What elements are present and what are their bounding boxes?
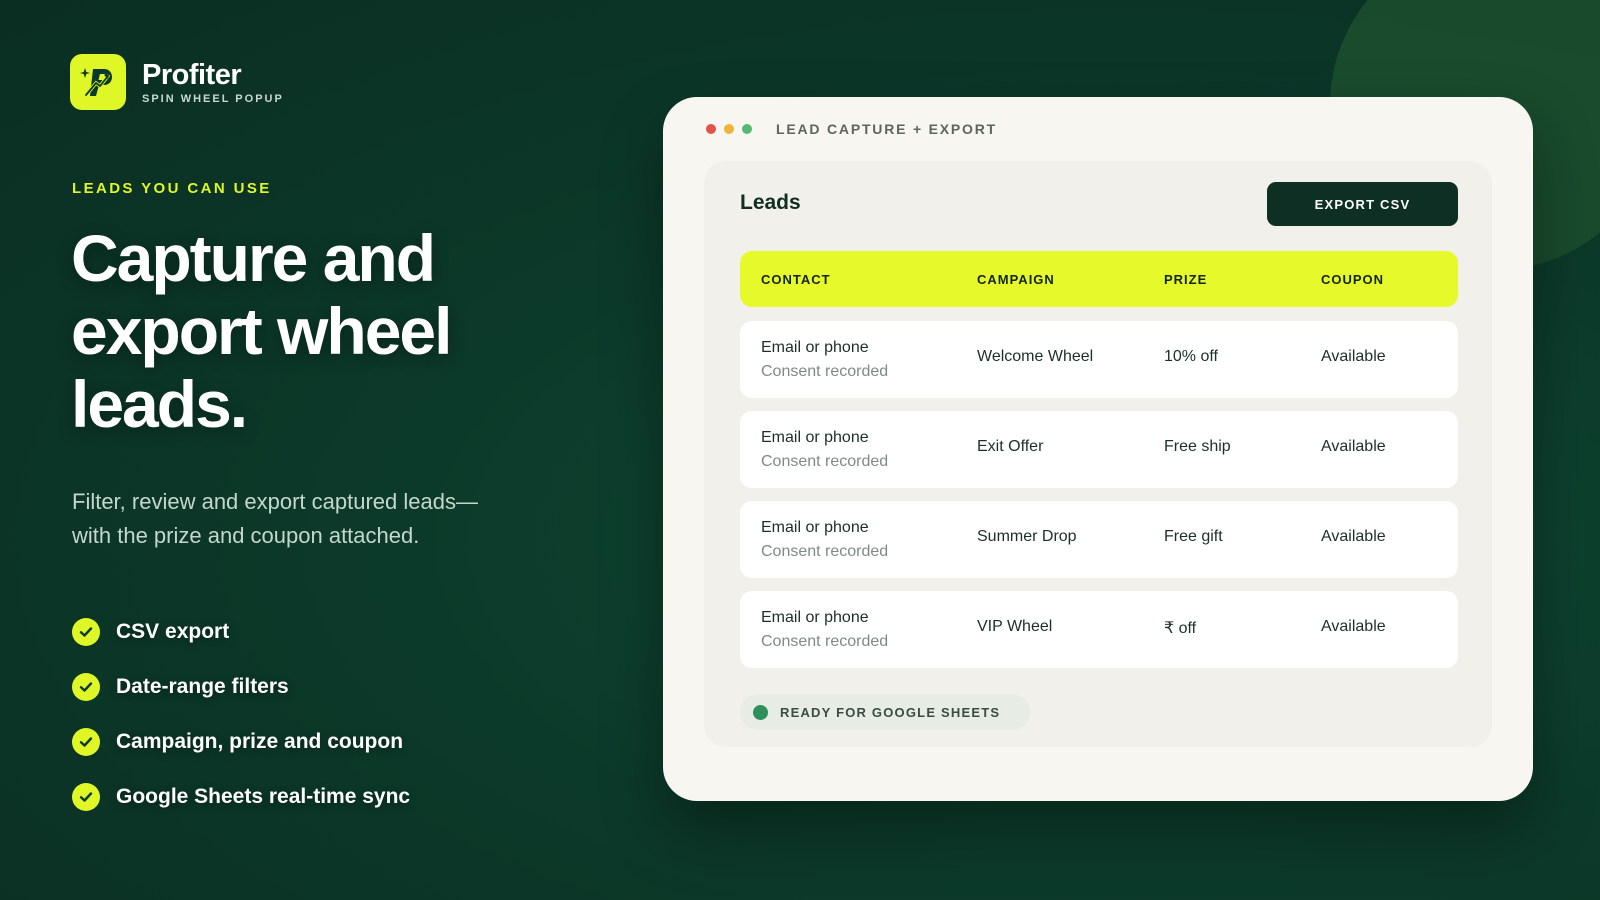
hero-description: Filter, review and export captured leads…	[72, 489, 478, 548]
brand-tagline: SPIN WHEEL POPUP	[142, 93, 284, 105]
consent-status: Consent recorded	[761, 633, 889, 650]
contact-cell: Email or phone Consent recorded	[761, 426, 888, 474]
coupon-cell: Available	[1321, 438, 1386, 455]
contact-value: Email or phone	[761, 339, 869, 356]
leads-panel: Leads EXPORT CSV CONTACT CAMPAIGN PRIZE …	[704, 161, 1492, 747]
coupon-cell: Available	[1321, 528, 1386, 545]
contact-cell: Email or phone Consent recorded	[761, 516, 888, 564]
contact-cell: Email or phone Consent recorded	[761, 336, 888, 384]
campaign-cell: Welcome Wheel	[977, 348, 1094, 365]
check-icon	[72, 727, 100, 756]
feature-label: CSV export	[116, 619, 230, 643]
status-label: READY FOR GOOGLE SHEETS	[780, 704, 1001, 720]
contact-value: Email or phone	[761, 519, 869, 536]
check-icon	[72, 617, 100, 646]
window-titlebar: LEAD CAPTURE + EXPORT	[706, 115, 997, 143]
consent-status: Consent recorded	[761, 543, 889, 560]
coupon-cell: Available	[1321, 348, 1386, 365]
feature-item: Campaign, prize and coupon	[72, 714, 410, 769]
feature-label: Google Sheets real-time sync	[116, 784, 411, 808]
column-header-coupon[interactable]: COUPON	[1321, 272, 1384, 287]
status-dot-icon	[753, 704, 768, 720]
profiter-logo-icon	[70, 54, 126, 110]
table-row[interactable]: Email or phone Consent recorded Welcome …	[740, 321, 1458, 398]
check-icon	[72, 672, 100, 701]
feature-label: Campaign, prize and coupon	[116, 729, 404, 753]
feature-item: Date-range filters	[72, 659, 410, 714]
coupon-cell: Available	[1321, 618, 1386, 635]
contact-value: Email or phone	[761, 609, 869, 626]
campaign-cell: Exit Offer	[977, 438, 1044, 455]
window-title: LEAD CAPTURE + EXPORT	[776, 121, 997, 137]
export-csv-button[interactable]: EXPORT CSV	[1267, 182, 1458, 226]
check-icon	[72, 782, 100, 811]
campaign-cell: VIP Wheel	[977, 618, 1053, 635]
feature-item: Google Sheets real-time sync	[72, 769, 410, 824]
table-row[interactable]: Email or phone Consent recorded VIP Whee…	[740, 591, 1458, 668]
leads-table-body: Email or phone Consent recorded Welcome …	[740, 321, 1458, 681]
close-window-dot[interactable]	[706, 124, 716, 134]
column-header-contact[interactable]: CONTACT	[761, 272, 831, 287]
consent-status: Consent recorded	[761, 363, 889, 380]
brand: Profiter SPIN WHEEL POPUP	[70, 54, 284, 110]
page-title: Capture and export wheel leads.	[71, 221, 452, 441]
prize-cell: 10% off	[1164, 348, 1218, 365]
eyebrow-label: LEADS YOU CAN USE	[72, 180, 272, 197]
sheets-status-badge: READY FOR GOOGLE SHEETS	[740, 694, 1030, 730]
maximize-window-dot[interactable]	[742, 124, 752, 134]
contact-value: Email or phone	[761, 429, 869, 446]
minimize-window-dot[interactable]	[724, 124, 734, 134]
column-header-campaign[interactable]: CAMPAIGN	[977, 272, 1055, 287]
prize-cell: ₹ off	[1164, 620, 1197, 637]
table-row[interactable]: Email or phone Consent recorded Summer D…	[740, 501, 1458, 578]
column-header-prize[interactable]: PRIZE	[1164, 272, 1207, 287]
prize-cell: Free gift	[1164, 528, 1223, 545]
brand-name: Profiter	[142, 59, 242, 91]
feature-list: CSV export Date-range filters Campaign, …	[72, 604, 410, 824]
app-window: LEAD CAPTURE + EXPORT Leads EXPORT CSV C…	[663, 97, 1533, 801]
table-row[interactable]: Email or phone Consent recorded Exit Off…	[740, 411, 1458, 488]
table-header: CONTACT CAMPAIGN PRIZE COUPON	[740, 251, 1458, 307]
feature-item: CSV export	[72, 604, 410, 659]
prize-cell: Free ship	[1164, 438, 1231, 455]
contact-cell: Email or phone Consent recorded	[761, 606, 888, 654]
panel-title: Leads	[740, 191, 801, 214]
consent-status: Consent recorded	[761, 453, 889, 470]
campaign-cell: Summer Drop	[977, 528, 1077, 545]
feature-label: Date-range filters	[116, 674, 289, 698]
